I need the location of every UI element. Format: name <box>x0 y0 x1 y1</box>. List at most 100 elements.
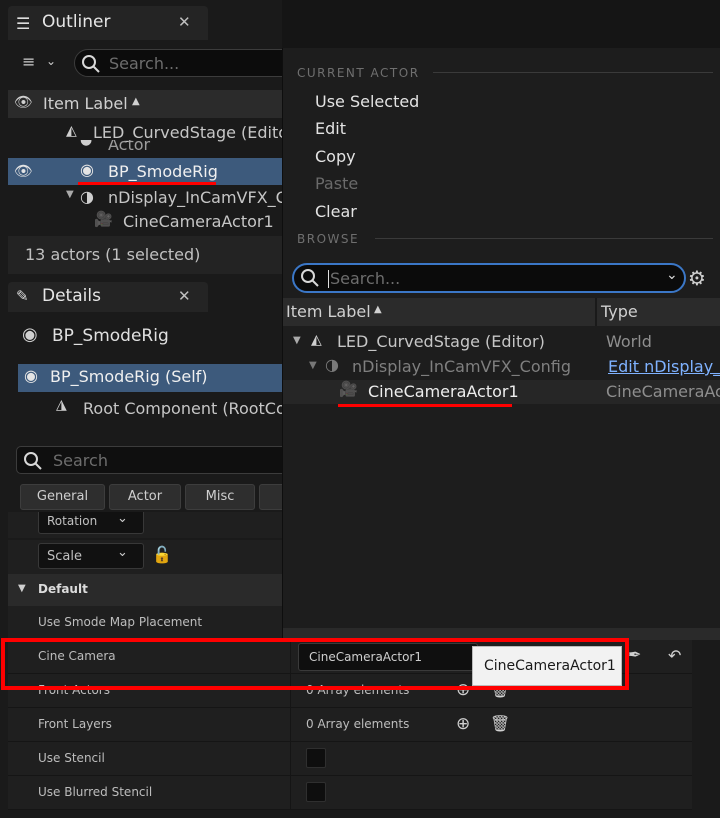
component-self[interactable]: ◉ BP_SmodeRig (Self) <box>18 364 282 392</box>
tree-type: CineCameraAc <box>606 382 720 401</box>
divider <box>595 298 597 326</box>
prop-row: Front Layers 0 Array elements ⊕ 🗑 <box>8 708 692 742</box>
tree-label: CineCameraActor1 <box>368 382 519 401</box>
row-label: Actor <box>108 140 151 154</box>
list-item-selected[interactable]: 👁 ◉ BP_SmodeRig <box>8 158 282 185</box>
row-label: BP_SmodeRig <box>108 162 218 181</box>
details-tab-title: Details <box>42 286 101 306</box>
tree-label: nDisplay_InCamVFX_Config <box>352 357 571 376</box>
blueprint-actor-icon: ◉ <box>22 324 38 345</box>
outliner-tab[interactable]: ☰ Outliner ✕ <box>8 6 208 40</box>
col-item-label[interactable]: Item Label <box>286 302 371 321</box>
camera-icon: 🎥 <box>339 380 358 398</box>
eyedropper-icon[interactable]: ✒ <box>628 645 641 664</box>
row-label: CineCameraActor1 <box>123 212 274 231</box>
actor-count: 13 actors (1 selected) <box>25 245 201 264</box>
list-item[interactable]: ▼ ◑ nDisplay_InCamVFX_Config <box>8 186 327 210</box>
world-icon: ◭ <box>311 332 322 348</box>
scale-dropdown[interactable]: Scale ⌄ <box>38 543 144 569</box>
camera-icon: 🎥 <box>94 210 113 228</box>
sort-up-icon: ▲ <box>132 96 140 107</box>
eye-icon[interactable]: 👁 <box>14 162 33 180</box>
actor-icon: ● <box>80 140 93 148</box>
prop-label: Use Blurred Stencil <box>38 785 153 799</box>
browse-search-input[interactable]: Search... ⌄ <box>292 263 686 293</box>
chevron-down-icon: ⌄ <box>117 512 128 526</box>
status-bar: 13 actors (1 selected) <box>8 236 282 274</box>
divider <box>290 742 291 776</box>
chevron-down-icon[interactable]: ⌄ <box>666 267 678 283</box>
outliner-header: 👁 Item Label ▲ <box>8 90 282 118</box>
scene-component-icon: ◮ <box>56 397 67 413</box>
divider <box>290 776 291 810</box>
highlight-box <box>1 638 629 690</box>
close-icon[interactable]: ✕ <box>178 13 191 31</box>
lock-icon[interactable]: 🔓 <box>152 545 172 564</box>
divider <box>290 708 291 742</box>
list-item[interactable]: ● Actor <box>8 140 282 156</box>
component-root[interactable]: ◮ Root Component (RootCo <box>18 394 286 422</box>
trash-icon[interactable]: 🗑 <box>490 714 510 733</box>
edit-ndisplay-link[interactable]: Edit nDisplay_I <box>608 357 720 376</box>
chevron-down-icon: ⌄ <box>117 545 128 560</box>
tree-type: World <box>606 332 652 351</box>
reset-arrow-icon[interactable]: ↶ <box>668 646 681 665</box>
tree-item[interactable]: ▼ ◭ LED_CurvedStage (Editor) World <box>283 330 720 354</box>
chevron-down-icon[interactable]: ⌄ <box>46 54 56 68</box>
search-icon <box>24 452 42 470</box>
collapse-arrow-icon: ▼ <box>18 583 26 594</box>
expand-arrow-icon[interactable]: ▼ <box>293 335 301 346</box>
search-icon <box>82 55 100 73</box>
actor-picker-popup: CURRENT ACTOR Use Selected Edit Copy Pas… <box>282 48 720 640</box>
scale-row: Scale ⌄ 🔓 <box>8 540 282 574</box>
menu-clear[interactable]: Clear <box>315 202 357 221</box>
prop-label: Front Layers <box>38 717 112 731</box>
outliner-panel: ☰ Outliner ✕ ≡ ⌄ Search... 👁 Item Label … <box>0 0 327 282</box>
blueprint-actor-icon: ◉ <box>80 160 94 179</box>
item-label-column[interactable]: Item Label <box>43 94 128 113</box>
use-stencil-checkbox[interactable] <box>306 748 326 768</box>
details-tab[interactable]: ✎ Details ✕ <box>8 282 208 312</box>
category-general[interactable]: General <box>20 484 105 510</box>
prop-row: Use Blurred Stencil <box>8 776 692 810</box>
outliner-tab-title: Outliner <box>42 12 111 32</box>
highlight-underline <box>78 182 216 185</box>
outliner-list-icon: ☰ <box>16 14 31 33</box>
menu-use-selected[interactable]: Use Selected <box>315 92 419 111</box>
outliner-search-placeholder: Search... <box>109 54 180 73</box>
close-icon[interactable]: ✕ <box>178 287 191 305</box>
browse-header: Item Label ▲ Type <box>283 298 720 326</box>
rotation-dropdown[interactable]: Rotation ⌄ <box>38 512 144 534</box>
add-element-icon[interactable]: ⊕ <box>456 714 470 734</box>
browse-search-placeholder: Search... <box>330 269 401 288</box>
gear-icon[interactable]: ⚙ <box>688 266 706 290</box>
expand-arrow-icon[interactable]: ▼ <box>66 189 74 200</box>
self-label: BP_SmodeRig (Self) <box>50 367 208 386</box>
prop-label: Use Smode Map Placement <box>38 615 203 629</box>
category-actor[interactable]: Actor <box>109 484 181 510</box>
divider <box>433 72 713 73</box>
section-title: Default <box>38 582 88 596</box>
ndisplay-icon: ◑ <box>325 355 339 374</box>
category-misc[interactable]: Misc <box>185 484 255 510</box>
rotation-row: Rotation ⌄ <box>8 512 282 538</box>
menu-paste[interactable]: Paste <box>315 174 358 193</box>
menu-edit[interactable]: Edit <box>315 119 346 138</box>
list-item[interactable]: 🎥 CineCameraActor1 <box>8 210 282 234</box>
details-search-placeholder: Search <box>53 451 108 470</box>
divider <box>375 238 713 239</box>
scale-label: Scale <box>47 549 82 564</box>
use-blurred-stencil-checkbox[interactable] <box>306 782 326 802</box>
tree-label: LED_CurvedStage (Editor) <box>337 332 545 351</box>
prop-label: Use Stencil <box>38 751 105 765</box>
eye-icon[interactable]: 👁 <box>14 93 33 111</box>
tree-item[interactable]: ▼ ◑ nDisplay_InCamVFX_Config Edit nDispl… <box>283 355 720 379</box>
outliner-search-input[interactable]: Search... <box>74 49 304 77</box>
sort-up-icon: ▲ <box>374 304 382 315</box>
expand-arrow-icon[interactable]: ▼ <box>309 360 317 371</box>
col-type[interactable]: Type <box>601 302 638 321</box>
tree-item[interactable]: 🎥 CineCameraActor1 CineCameraAc <box>283 380 720 404</box>
filter-icon[interactable]: ≡ <box>22 52 35 71</box>
details-search-input[interactable]: Search <box>16 446 306 474</box>
menu-copy[interactable]: Copy <box>315 147 356 166</box>
